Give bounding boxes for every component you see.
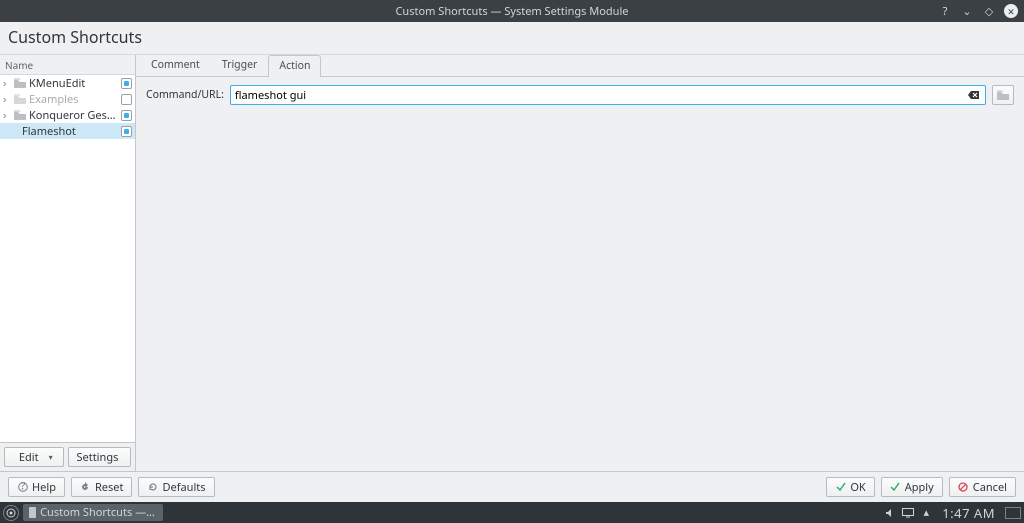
check-icon (890, 482, 901, 493)
tree-column-header[interactable]: Name (0, 55, 135, 75)
folder-icon (14, 93, 26, 105)
taskbar: Custom Shortcuts — System Setti… ▴ 1:47 … (0, 502, 1024, 523)
defaults-button[interactable]: Defaults (138, 477, 214, 497)
expand-icon[interactable]: › (3, 108, 11, 123)
settings-button[interactable]: Settings (68, 447, 132, 467)
help-titlebar-icon[interactable]: ? (938, 4, 952, 18)
page-title: Custom Shortcuts (8, 26, 1016, 48)
tree-item-examples[interactable]: › Examples (0, 91, 135, 107)
shortcut-tree[interactable]: › KMenuEdit › Examples › (0, 75, 135, 442)
tree-item-checkbox[interactable] (121, 126, 132, 137)
tree-item-label: Konqueror Gestures (29, 108, 118, 123)
tree-item-checkbox[interactable] (121, 78, 132, 89)
command-url-input[interactable] (235, 88, 967, 103)
tree-item-label: Flameshot (22, 124, 118, 139)
minimize-icon[interactable]: ⌄ (960, 4, 974, 18)
dialog-button-bar: ? Help Reset Defaults OK A (0, 471, 1024, 502)
cancel-icon (958, 482, 969, 493)
help-icon: ? (17, 482, 28, 493)
tab-comment[interactable]: Comment (140, 55, 211, 76)
taskbar-clock[interactable]: 1:47 AM (942, 504, 995, 522)
titlebar: Custom Shortcuts — System Settings Modul… (0, 0, 1024, 22)
svg-text:?: ? (20, 482, 25, 492)
tree-item-konqueror-gestures[interactable]: › Konqueror Gestures (0, 107, 135, 123)
tab-trigger[interactable]: Trigger (211, 55, 269, 76)
window-title: Custom Shortcuts — System Settings Modul… (395, 4, 628, 19)
tree-item-checkbox[interactable] (121, 110, 132, 121)
window-icon (29, 507, 36, 518)
app-launcher-icon[interactable] (3, 505, 19, 521)
tabbar: Comment Trigger Action (136, 55, 1024, 77)
tree-item-checkbox[interactable] (121, 94, 132, 105)
cancel-button[interactable]: Cancel (949, 477, 1016, 497)
clear-text-icon[interactable] (967, 88, 981, 102)
tree-item-flameshot[interactable]: Flameshot (0, 123, 135, 139)
expand-icon[interactable]: › (3, 92, 11, 107)
defaults-icon (147, 482, 158, 493)
folder-icon (14, 77, 26, 89)
display-icon[interactable] (902, 507, 914, 519)
shortcut-tree-sidebar: Name › KMenuEdit › Examples (0, 55, 136, 471)
task-button-system-settings[interactable]: Custom Shortcuts — System Setti… (23, 504, 163, 521)
help-button[interactable]: ? Help (8, 477, 65, 497)
tree-item-label: KMenuEdit (29, 76, 118, 91)
browse-command-button[interactable] (992, 85, 1014, 105)
command-url-label: Command/URL: (146, 88, 224, 102)
command-url-field[interactable] (230, 85, 986, 105)
page-header: Custom Shortcuts (0, 22, 1024, 55)
undo-icon (80, 482, 91, 493)
ok-button[interactable]: OK (826, 477, 874, 497)
show-desktop-button[interactable] (1005, 507, 1021, 519)
apply-button[interactable]: Apply (881, 477, 943, 497)
task-button-label: Custom Shortcuts — System Setti… (40, 505, 157, 520)
maximize-icon[interactable]: ◇ (982, 4, 996, 18)
reset-button[interactable]: Reset (71, 477, 133, 497)
tab-action[interactable]: Action (268, 55, 321, 77)
expand-icon[interactable]: › (3, 76, 11, 91)
close-icon[interactable]: ✕ (1004, 4, 1018, 18)
edit-button[interactable]: Edit (4, 447, 64, 467)
action-tab-page: Command/URL: (136, 77, 1024, 113)
tray-expand-icon[interactable]: ▴ (920, 507, 932, 519)
tree-item-kmenuedit[interactable]: › KMenuEdit (0, 75, 135, 91)
check-icon (835, 482, 846, 493)
volume-icon[interactable] (884, 507, 896, 519)
tree-item-label: Examples (29, 92, 118, 107)
folder-icon (14, 109, 26, 121)
